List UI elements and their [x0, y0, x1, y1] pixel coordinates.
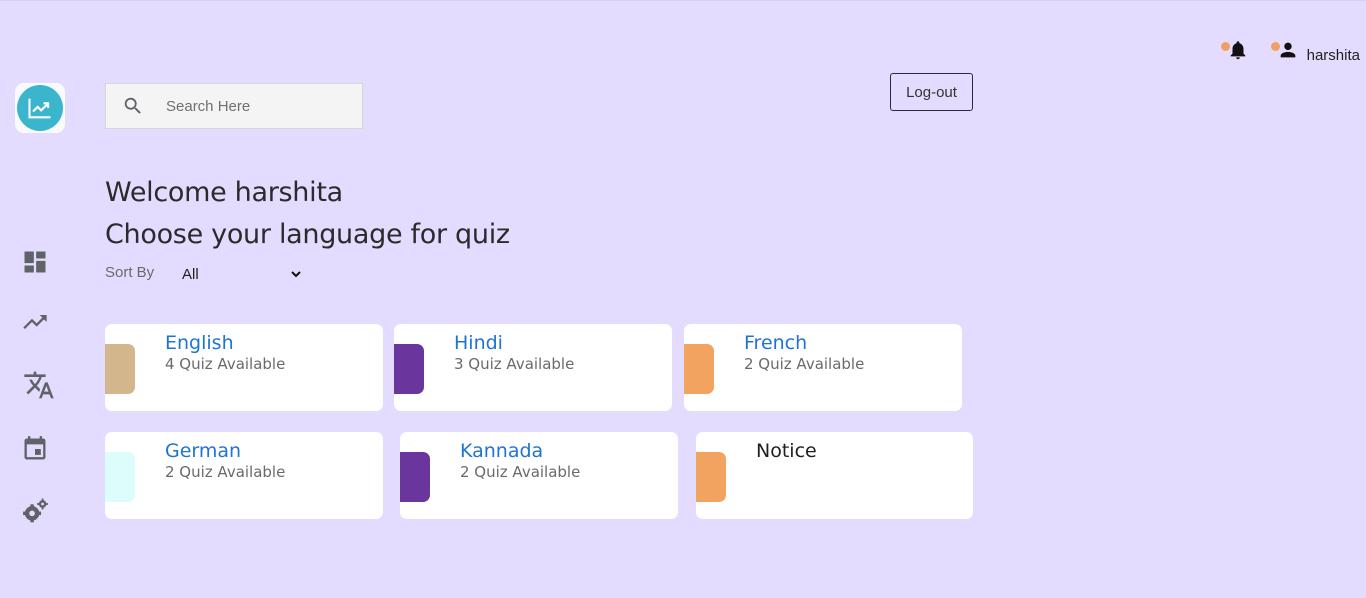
top-bar: harshita [1220, 35, 1360, 64]
card-subtitle: 2 Quiz Available [165, 463, 286, 481]
sort-select[interactable]: All [182, 263, 306, 285]
card-accent [696, 452, 726, 502]
card-title[interactable]: Hindi [454, 332, 503, 354]
card-accent [684, 344, 714, 394]
search-box [105, 83, 363, 129]
sort-selected-value: All [182, 265, 199, 283]
page-subtitle: Choose your language for quiz [105, 219, 510, 250]
trending-chart-icon [28, 98, 51, 119]
card-subtitle: 3 Quiz Available [454, 355, 575, 373]
card-title[interactable]: French [744, 332, 807, 354]
language-card-hindi[interactable]: Hindi 3 Quiz Available [394, 324, 672, 411]
dashboard-icon[interactable] [21, 248, 49, 276]
welcome-heading: Welcome harshita [105, 177, 343, 208]
app-logo[interactable] [15, 83, 65, 133]
card-accent [105, 452, 135, 502]
profile-dot [1270, 41, 1280, 51]
language-card-kannada[interactable]: Kannada 2 Quiz Available [400, 432, 678, 519]
language-card-english[interactable]: English 4 Quiz Available [105, 324, 383, 411]
search-icon[interactable] [122, 95, 144, 117]
sort-label: Sort By [105, 264, 155, 281]
card-title[interactable]: Kannada [460, 440, 543, 462]
language-card-french[interactable]: French 2 Quiz Available [684, 324, 962, 411]
calendar-icon[interactable] [21, 435, 49, 463]
card-accent [105, 344, 135, 394]
card-title: Notice [756, 440, 817, 462]
logout-button[interactable]: Log-out [890, 73, 973, 111]
notification-dot [1220, 41, 1230, 51]
search-input[interactable] [164, 96, 348, 116]
chevron-down-icon [291, 271, 301, 278]
translate-icon[interactable] [23, 369, 55, 401]
profile-button[interactable] [1270, 39, 1299, 61]
bell-icon [1230, 40, 1245, 59]
card-title[interactable]: German [165, 440, 241, 462]
card-subtitle: 2 Quiz Available [744, 355, 865, 373]
user-icon [1280, 42, 1295, 57]
card-accent [394, 344, 424, 394]
card-subtitle: 4 Quiz Available [165, 355, 286, 373]
card-subtitle: 2 Quiz Available [460, 463, 581, 481]
trending-up-icon[interactable] [21, 308, 49, 336]
logo-circle [17, 85, 63, 131]
language-card-german[interactable]: German 2 Quiz Available [105, 432, 383, 519]
username-label: harshita [1306, 47, 1360, 64]
card-title[interactable]: English [165, 332, 234, 354]
notifications-button[interactable] [1220, 39, 1249, 61]
settings-gears-icon[interactable] [21, 497, 49, 525]
card-accent [400, 452, 430, 502]
notice-card[interactable]: Notice [696, 432, 973, 519]
